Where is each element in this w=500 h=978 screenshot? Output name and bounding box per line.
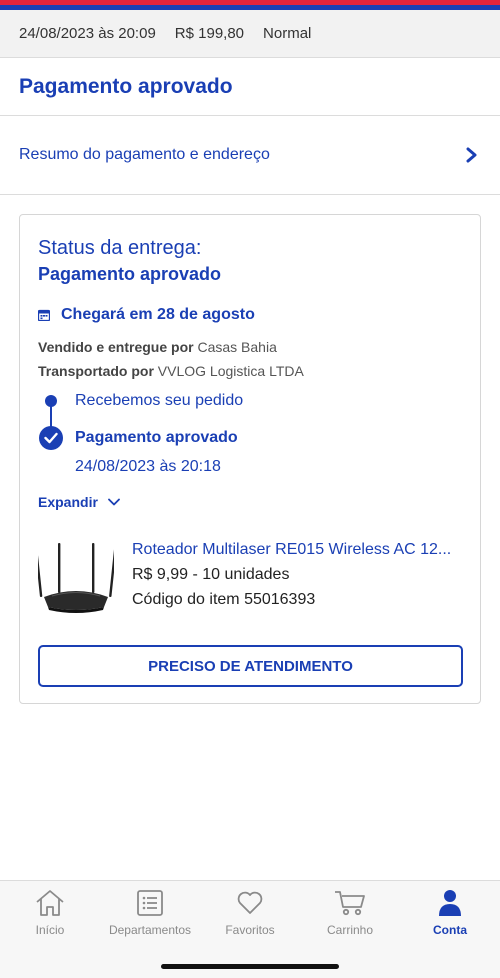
cart-icon [334,887,366,919]
seller-name: Casas Bahia [197,339,277,355]
chevron-down-icon [108,498,120,506]
help-button[interactable]: PRECISO DE ATENDIMENTO [38,645,463,687]
router-product-image[interactable] [38,539,114,615]
timeline-step-received: Recebemos seu pedido [75,392,244,409]
carrier-line: Transportado por VVLOG Logistica LTDA [38,363,304,379]
seller-label: Vendido e entregue por [38,339,194,355]
nav-departments[interactable]: Departamentos [100,887,200,937]
heart-icon [234,887,266,919]
nav-account[interactable]: Conta [400,887,500,937]
nav-favorites-label: Favoritos [225,923,275,937]
delivery-status-label: Status da entrega: [38,237,202,259]
product-name-link[interactable]: Roteador Multilaser RE015 Wireless AC 12… [132,541,451,559]
brand-stripe [0,0,500,10]
timeline-step-approved-date: 24/08/2023 às 20:18 [75,458,221,475]
summary-link-label: Resumo do pagamento e endereço [19,146,270,163]
order-total: R$ 199,80 [174,25,245,42]
order-date: 24/08/2023 às 20:09 [19,25,156,42]
nav-departments-label: Departamentos [108,923,192,937]
delivery-card: Status da entrega: Pagamento aprovado Ch… [19,214,481,704]
payment-status-title: Pagamento aprovado [0,58,500,116]
expand-label: Expandir [38,494,98,510]
calendar-icon [38,309,50,321]
seller-line: Vendido e entregue por Casas Bahia [38,339,277,355]
check-circle-icon [39,426,63,450]
product-price-quantity: R$ 9,99 - 10 unidades [132,566,290,583]
timeline-step-approved: Pagamento aprovado [75,429,238,446]
arrival-estimate: Chegará em 28 de agosto [38,306,255,324]
order-info-bar: 24/08/2023 às 20:09 R$ 199,80 Normal [0,10,500,58]
nav-cart[interactable]: Carrinho [300,887,400,937]
nav-favorites[interactable]: Favoritos [200,887,300,937]
list-icon [134,887,166,919]
chevron-right-icon [466,147,477,163]
timeline-dot-icon [45,395,57,407]
home-indicator [161,964,339,969]
carrier-name: VVLOG Logistica LTDA [157,363,304,379]
delivery-status-value: Pagamento aprovado [38,264,222,284]
payment-summary-link[interactable]: Resumo do pagamento e endereço [0,116,500,195]
arrival-text: Chegará em 28 de agosto [61,306,255,323]
nav-home-label: Início [35,923,65,937]
nav-home[interactable]: Início [0,887,100,937]
expand-button[interactable]: Expandir [38,494,120,510]
home-icon [34,887,66,919]
user-icon [434,887,466,919]
nav-account-label: Conta [433,923,467,937]
product-code: Código do item 55016393 [132,591,316,608]
carrier-label: Transportado por [38,363,154,379]
order-shipping-type: Normal [263,25,312,42]
bottom-navigation: Início Departamentos Favoritos Carrinho … [0,880,500,978]
nav-cart-label: Carrinho [326,923,374,937]
